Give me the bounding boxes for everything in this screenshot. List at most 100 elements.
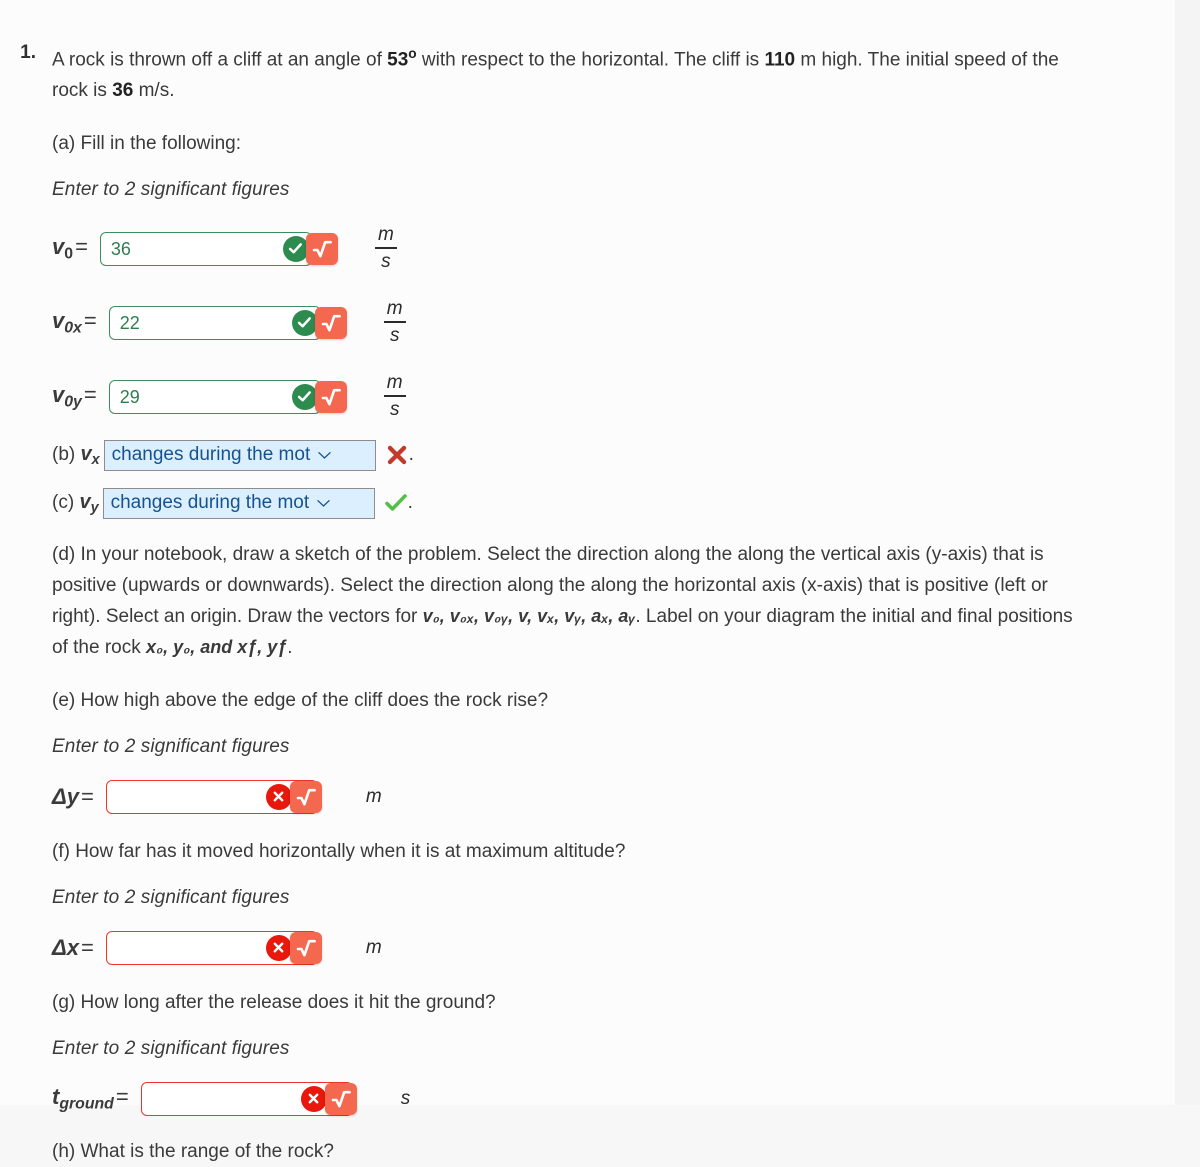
check-answer-button-tground[interactable]	[324, 1082, 357, 1115]
unit-dx: m	[365, 936, 382, 958]
part-c-letter: (c)	[52, 491, 75, 513]
field-wrap-v0y: 29	[108, 379, 371, 414]
problem-statement: A rock is thrown off a cliff at an angle…	[52, 38, 1080, 106]
part-e-hint: Enter to 2 significant figures	[52, 735, 290, 757]
check-mark-icon	[384, 494, 407, 512]
input-v0x-value: 22	[119, 312, 140, 333]
statement-speed: 36	[112, 80, 134, 102]
label-v0x-subscript: 0x	[64, 319, 82, 337]
label-dy-symbol: Δy	[52, 783, 80, 809]
unit-v0x-denominator: s	[389, 325, 400, 347]
part-b-prefix: (b) vx	[52, 442, 100, 468]
unit-v0: m s	[374, 224, 397, 273]
check-circle-icon	[291, 309, 318, 336]
dropdown-vx[interactable]: changes during the mot	[103, 439, 376, 471]
label-dy: Δy=	[52, 784, 96, 810]
unit-v0y-denominator: s	[389, 399, 400, 421]
part-d-end: .	[287, 636, 293, 658]
label-dx-symbol: Δx	[52, 934, 80, 960]
part-a-prompt: (a) Fill in the following:	[52, 133, 242, 155]
degree-symbol: o	[408, 46, 417, 61]
part-a-hint: Enter to 2 significant figures	[52, 179, 290, 201]
check-circle-icon	[291, 383, 318, 410]
answer-row-v0: v0= 36 m s	[52, 225, 1080, 272]
part-g-hint: Enter to 2 significant figures	[52, 1037, 290, 1059]
input-v0y[interactable]: 29	[108, 379, 321, 414]
x-circle-icon	[300, 1085, 327, 1112]
input-v0-value: 36	[110, 238, 131, 259]
label-tground-subscript: ground	[59, 1095, 114, 1113]
statement-height: 110	[764, 49, 796, 71]
dropdown-vy-value: changes during the mot	[110, 492, 310, 514]
dropdown-vx-value: changes during the mot	[111, 444, 311, 466]
input-v0x[interactable]: 22	[108, 305, 321, 340]
label-dx-equals: =	[81, 934, 94, 960]
unit-v0-denominator: s	[381, 251, 391, 273]
field-wrap-v0x: 22	[108, 305, 371, 340]
statement-angle: 53	[387, 49, 409, 71]
part-d-positions: x₀, y₀, and xƒ, yƒ	[146, 636, 288, 657]
unit-v0x-fraction-bar	[383, 321, 406, 324]
unit-v0y: m s	[383, 372, 406, 421]
unit-v0x-numerator: m	[386, 298, 403, 320]
problem-number: 1.	[20, 42, 36, 63]
select-row-vy: (c) vy changes during the mot .	[52, 487, 1080, 519]
input-v0y-value: 29	[119, 386, 140, 407]
part-b-period: .	[408, 444, 414, 466]
field-wrap-v0: 36	[99, 231, 362, 266]
label-v0-subscript: 0	[64, 245, 74, 263]
x-circle-icon	[265, 934, 292, 961]
dropdown-vy[interactable]: changes during the mot	[102, 487, 375, 519]
x-mark-icon	[386, 444, 408, 466]
check-answer-button-v0x[interactable]	[314, 306, 347, 339]
part-g-prompt: (g) How long after the release does it h…	[52, 991, 496, 1013]
label-v0x: v0x=	[52, 307, 97, 337]
page-right-gutter	[1175, 0, 1200, 1105]
part-f-hint: Enter to 2 significant figures	[52, 886, 290, 908]
statement-end: m/s.	[133, 80, 175, 102]
unit-dy: m	[365, 785, 382, 807]
label-v0: v0=	[52, 234, 88, 263]
chevron-down-icon	[317, 497, 330, 510]
statement-pre: A rock is thrown off a cliff at an angle…	[52, 49, 388, 71]
worksheet-page: 1. A rock is thrown off a cliff at an an…	[0, 0, 1200, 1162]
check-answer-button-dy[interactable]	[289, 780, 322, 813]
select-row-vx: (b) vx changes during the mot .	[52, 439, 1080, 471]
part-e-prompt: (e) How high above the edge of the cliff…	[52, 689, 549, 711]
part-f-prompt: (f) How far has it moved horizontally wh…	[52, 840, 626, 862]
answer-row-v0y: v0y= 29 m s	[52, 373, 1080, 420]
check-answer-button-dx[interactable]	[289, 931, 322, 964]
unit-tground: s	[400, 1087, 411, 1109]
unit-v0y-fraction-bar	[383, 395, 406, 398]
label-v0y-subscript: 0y	[64, 393, 82, 411]
field-wrap-tground	[140, 1081, 389, 1116]
answer-row-tground: tground= s	[52, 1081, 1080, 1116]
statement-mid: with respect to the horizontal. The clif…	[416, 49, 765, 71]
answer-row-v0x: v0x= 22 m s	[52, 299, 1080, 346]
label-dx: Δx=	[52, 935, 96, 961]
unit-v0x: m s	[383, 298, 406, 347]
answer-row-dy: Δy= m	[52, 779, 1080, 814]
check-answer-button-v0y[interactable]	[314, 380, 347, 413]
part-c-period: .	[407, 492, 413, 514]
input-v0[interactable]: 36	[99, 231, 312, 266]
unit-v0-numerator: m	[378, 224, 394, 246]
problem-1: 1. A rock is thrown off a cliff at an an…	[0, 0, 1175, 1167]
label-v0y: v0y=	[52, 381, 97, 411]
label-tground-equals: =	[115, 1084, 129, 1110]
part-h-prompt: (h) What is the range of the rock?	[52, 1140, 334, 1162]
field-wrap-dy	[105, 779, 354, 814]
label-v0y-equals: =	[83, 381, 97, 407]
part-b-letter: (b)	[52, 443, 76, 465]
label-v0-equals: =	[75, 234, 88, 260]
chevron-down-icon	[318, 449, 331, 462]
label-v0x-equals: =	[83, 307, 97, 333]
label-vy-subscript: y	[90, 499, 99, 516]
label-tground: tground=	[52, 1084, 129, 1113]
x-circle-icon	[265, 783, 292, 810]
part-d-vectors: v₀, v₀ₓ, v₀ᵧ, v, vₓ, vᵧ, aₓ, aᵧ	[422, 605, 636, 626]
answer-row-dx: Δx= m	[52, 930, 1080, 965]
check-answer-button-v0[interactable]	[305, 232, 338, 265]
unit-v0y-numerator: m	[386, 372, 403, 394]
label-dy-equals: =	[81, 783, 94, 809]
